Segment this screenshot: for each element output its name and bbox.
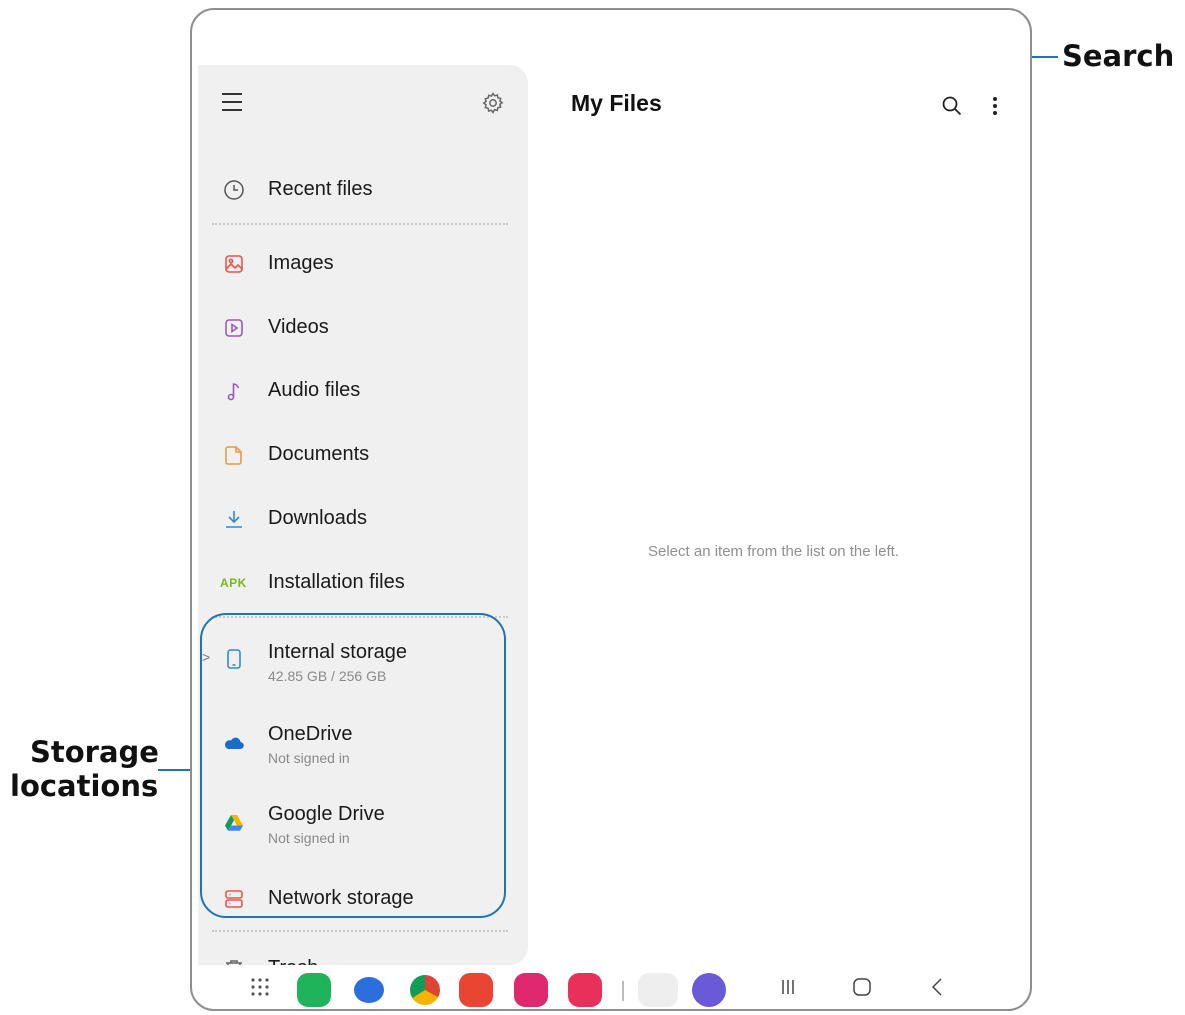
gear-icon[interactable] <box>481 91 505 115</box>
more-options-icon[interactable] <box>985 94 1005 118</box>
sidebar-item-trash[interactable]: Trash <box>198 941 528 965</box>
notes-app-icon[interactable] <box>459 973 493 1007</box>
apps-grid-icon[interactable] <box>248 975 272 999</box>
trash-icon <box>226 960 242 965</box>
empty-state-message: Select an item from the list on the left… <box>648 543 899 560</box>
sidebar-item-documents[interactable]: Documents <box>198 427 528 483</box>
sidebar-item-label: Recent files <box>268 178 373 200</box>
page-title: My Files <box>571 90 662 116</box>
sidebar-item-images[interactable]: Images <box>198 236 528 292</box>
sidebar-item-label: Images <box>268 252 334 274</box>
divider <box>212 223 508 225</box>
sidebar-item-label: Trash <box>268 957 318 965</box>
sidebar-item-label: Downloads <box>268 507 367 529</box>
sidebar-item-label: Audio files <box>268 379 361 401</box>
storage-callout-line2: locations <box>10 769 159 803</box>
sidebar-item-installation-files[interactable]: APK Installation files <box>198 555 528 611</box>
storage-locations-highlight <box>200 613 506 918</box>
document-icon <box>225 446 242 465</box>
internet-app-icon[interactable] <box>692 973 726 1007</box>
recent-apps-icon[interactable] <box>638 973 678 1007</box>
taskbar-divider <box>622 981 624 1001</box>
clock-icon <box>224 180 244 200</box>
download-icon <box>226 511 242 528</box>
search-callout: Search <box>1062 39 1175 73</box>
divider <box>212 930 508 932</box>
phone-app-icon[interactable] <box>297 973 331 1007</box>
search-icon[interactable] <box>940 94 964 118</box>
sidebar-item-label: Documents <box>268 443 370 465</box>
sidebar-item-videos[interactable]: Videos <box>198 300 528 356</box>
back-button[interactable] <box>926 975 950 999</box>
sidebar-item-recent-files[interactable]: Recent files <box>198 162 528 218</box>
recents-button[interactable] <box>776 975 800 999</box>
storage-callout-line1: Storage <box>30 735 159 769</box>
messages-app-icon[interactable] <box>354 977 384 1003</box>
sidebar-item-label: Installation files <box>268 571 405 593</box>
home-button[interactable] <box>850 975 874 999</box>
apk-icon: APK <box>220 576 247 590</box>
music-note-icon <box>227 383 240 401</box>
taskbar <box>192 965 1030 1009</box>
menu-icon[interactable] <box>222 93 246 113</box>
sidebar-item-label: Videos <box>268 316 329 338</box>
video-icon <box>225 319 243 337</box>
image-icon <box>225 255 243 273</box>
gallery-app-icon[interactable] <box>514 973 548 1007</box>
chrome-app-icon[interactable] <box>410 975 440 1005</box>
camera-app-icon[interactable] <box>568 973 602 1007</box>
sidebar-item-audio-files[interactable]: Audio files <box>198 363 528 419</box>
sidebar-item-downloads[interactable]: Downloads <box>198 491 528 547</box>
